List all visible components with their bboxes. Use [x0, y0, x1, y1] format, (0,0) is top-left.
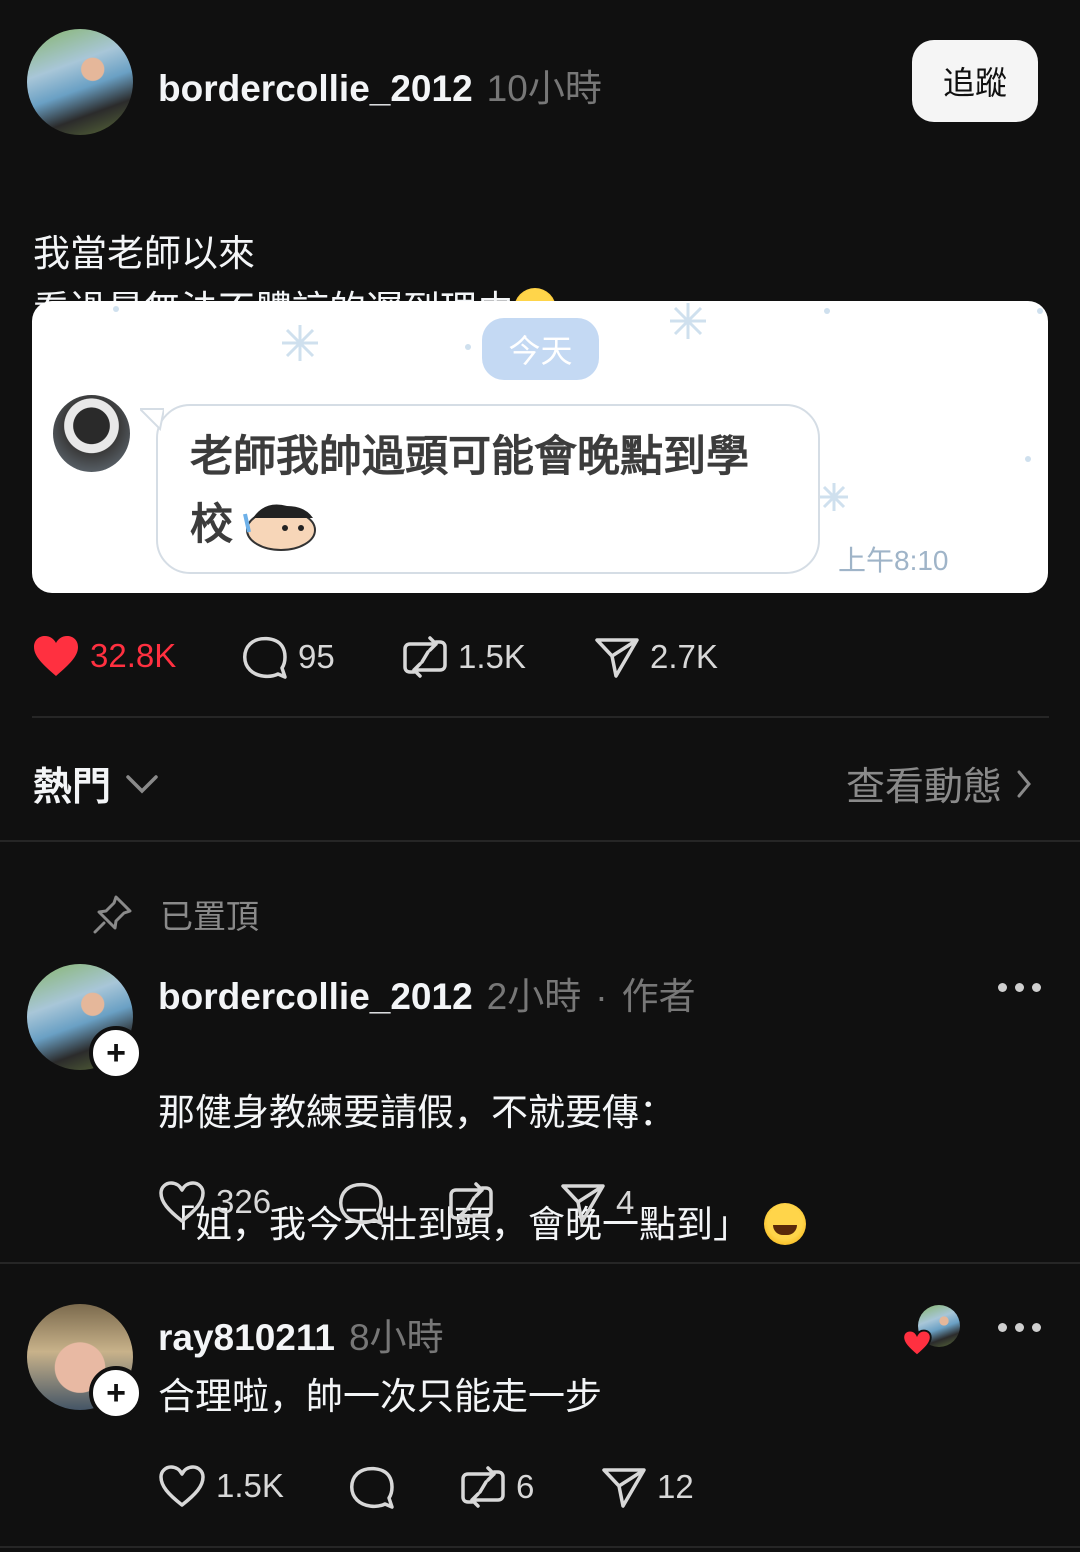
reply-like-button[interactable]: 1.5K	[158, 1464, 284, 1508]
chat-bubble-line2: 校	[190, 501, 233, 549]
comment-icon	[243, 636, 287, 679]
repost-count: 1.5K	[458, 638, 526, 675]
comment-icon	[350, 1466, 394, 1509]
share-send-icon	[561, 1184, 605, 1224]
post-time: 10小時	[486, 68, 602, 109]
reply-username[interactable]: ray810211	[158, 1317, 335, 1359]
follow-button-label: 追蹤	[942, 65, 1007, 101]
heart-icon	[159, 1181, 205, 1223]
chevron-down-icon	[126, 775, 158, 794]
sort-label: 熱門	[33, 766, 112, 809]
reply-share-button[interactable]: 12	[601, 1464, 694, 1510]
pin-icon	[93, 895, 132, 934]
post-divider	[32, 716, 1049, 718]
reply-share-count: 12	[657, 1468, 694, 1505]
reply-comment-button[interactable]	[349, 1464, 405, 1510]
reply-username[interactable]: bordercollie_2012	[158, 976, 473, 1018]
shin-chan-sticker-icon	[243, 504, 316, 551]
pinned-indicator: 已置頂	[92, 890, 259, 938]
like-button[interactable]: 32.8K	[32, 634, 176, 678]
reply-share-count: 4	[616, 1184, 635, 1221]
author-tag: 作者	[621, 976, 696, 1017]
section-divider	[0, 840, 1080, 842]
view-activity-link[interactable]: 查看動態	[846, 756, 1032, 812]
comment-count: 95	[298, 638, 335, 675]
reply-repost-button[interactable]	[448, 1180, 504, 1226]
follow-button[interactable]: 追蹤	[912, 40, 1038, 122]
heart-filled-icon	[902, 1329, 932, 1357]
reply-time: 2小時	[486, 976, 582, 1017]
heart-icon	[159, 1465, 205, 1507]
reply-text: 那健身教練要請假，不就要傳： 「姐，我今天壯到頭，會晚一點到」	[158, 1029, 1038, 1309]
chevron-right-icon	[1017, 770, 1031, 798]
share-count: 2.7K	[650, 638, 718, 675]
reply-like-count: 1.5K	[216, 1467, 284, 1504]
date-pill: 今天	[482, 318, 599, 380]
author-liked-indicator	[902, 1305, 962, 1357]
view-activity-label: 查看動態	[846, 766, 1003, 809]
reply-share-button[interactable]: 4	[560, 1180, 634, 1226]
repost-button[interactable]: 1.5K	[402, 634, 526, 680]
chat-bubble-tail	[140, 408, 164, 431]
follow-plus-badge[interactable]: +	[89, 1366, 143, 1420]
comment-icon	[339, 1182, 383, 1225]
repost-icon	[449, 1182, 493, 1224]
chat-sender-avatar	[53, 395, 130, 472]
repost-icon	[461, 1466, 505, 1508]
repost-icon	[403, 636, 447, 678]
reply-repost-button[interactable]: 6	[460, 1464, 534, 1510]
reply-divider	[0, 1262, 1080, 1264]
reply-like-button[interactable]: 326	[158, 1180, 271, 1224]
reply-divider	[0, 1546, 1080, 1548]
reply-repost-count: 6	[516, 1468, 535, 1505]
share-button[interactable]: 2.7K	[594, 634, 718, 680]
reply-time: 8小時	[348, 1317, 444, 1358]
chat-bubble: 老師我帥過頭可能會晚點到學 校	[156, 404, 820, 574]
share-send-icon	[602, 1468, 646, 1508]
post-image[interactable]: 今天 老師我帥過頭可能會晚點到學 校 上午8:10	[32, 301, 1048, 593]
follow-plus-badge[interactable]: +	[89, 1026, 143, 1080]
meta-separator: ·	[595, 976, 608, 1017]
reply-comment-button[interactable]	[338, 1180, 394, 1226]
reply-text: 合理啦，帥一次只能走一步	[158, 1376, 602, 1417]
heart-filled-icon	[34, 636, 78, 676]
date-pill-label: 今天	[508, 333, 573, 369]
reply-text-line1: 那健身教練要請假，不就要傳：	[158, 1092, 676, 1133]
reply-like-count: 326	[216, 1183, 272, 1220]
like-count: 32.8K	[90, 637, 177, 674]
sort-dropdown[interactable]: 熱門	[33, 756, 159, 812]
pinned-label: 已置頂	[160, 898, 259, 935]
share-send-icon	[595, 638, 639, 678]
chat-time: 上午8:10	[838, 545, 949, 576]
chat-bubble-line1: 老師我帥過頭可能會晚點到學	[190, 433, 749, 481]
more-options-button[interactable]	[998, 1323, 1041, 1332]
comment-button[interactable]: 95	[242, 634, 335, 680]
rolling-on-floor-laughing-emoji-icon	[764, 1203, 806, 1245]
more-options-button[interactable]	[998, 983, 1041, 992]
post-author-avatar[interactable]	[27, 29, 133, 135]
post-author-username[interactable]: bordercollie_2012	[158, 68, 473, 110]
